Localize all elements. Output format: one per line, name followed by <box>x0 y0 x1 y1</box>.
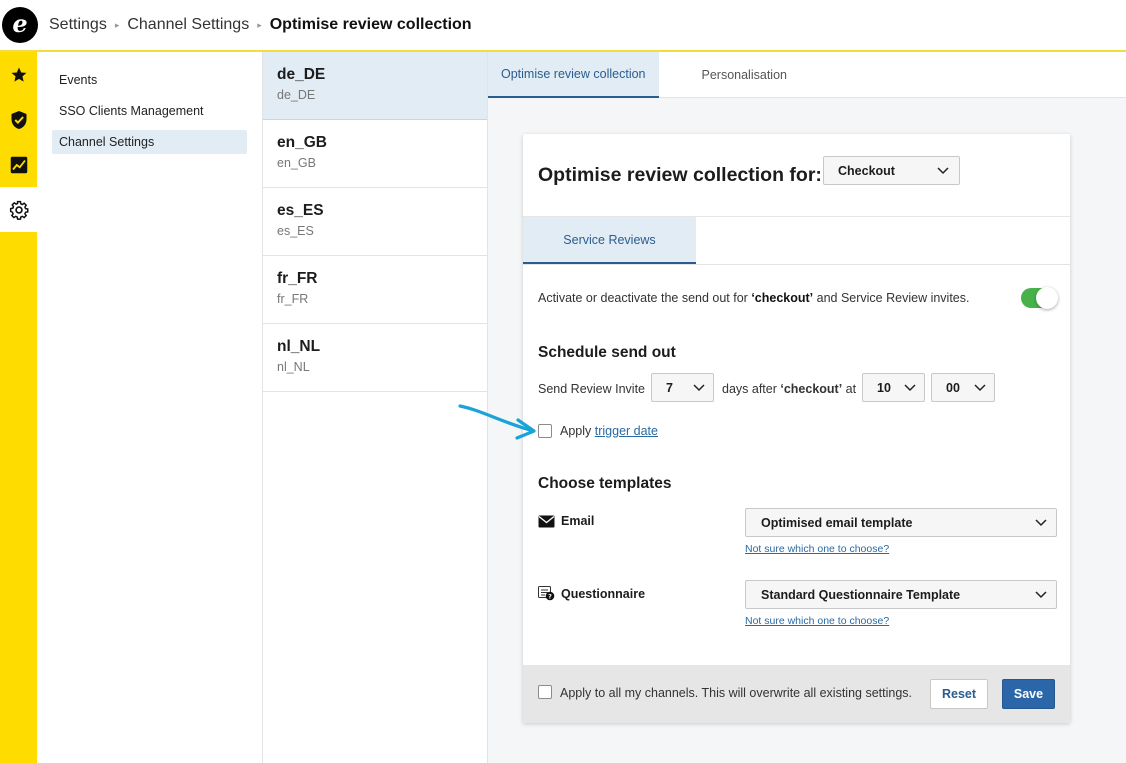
chart-icon <box>10 156 27 173</box>
locale-list: de_DE de_DE en_GB en_GB es_ES es_ES fr_F… <box>263 52 488 763</box>
days-after-post: at <box>842 382 857 396</box>
activate-toggle[interactable] <box>1021 287 1058 309</box>
apply-all-channels-label: Apply to all my channels. This will over… <box>560 686 912 700</box>
locale-subtitle: es_ES <box>277 224 314 238</box>
settings-sidebar: Events SSO Clients Management Channel Se… <box>37 52 263 763</box>
locale-item[interactable]: nl_NL nl_NL <box>263 324 487 392</box>
rail-item-analytics[interactable] <box>0 142 37 187</box>
breadcrumb-settings[interactable]: Settings <box>49 16 107 34</box>
sidebar-item-sso-clients[interactable]: SSO Clients Management <box>52 99 247 123</box>
questionnaire-template-select[interactable]: Standard Questionnaire Template <box>745 580 1057 609</box>
days-after-label: days after ‘checkout’ at <box>722 382 856 396</box>
logo-letter: e <box>12 9 28 38</box>
chevron-down-icon <box>904 383 916 391</box>
hour-select[interactable]: 10 <box>862 373 925 402</box>
minute-select-value: 00 <box>946 380 960 395</box>
locale-subtitle: en_GB <box>277 156 316 170</box>
questionnaire-help-link[interactable]: Not sure which one to choose? <box>745 615 889 627</box>
breadcrumb: Settings ▸ Channel Settings ▸ Optimise r… <box>49 16 472 34</box>
rail-item-security[interactable] <box>0 97 37 142</box>
email-template-select[interactable]: Optimised email template <box>745 508 1057 537</box>
card-title: Optimise review collection for: <box>538 163 822 186</box>
apply-text: Apply <box>560 424 595 438</box>
icon-rail <box>0 52 37 763</box>
locale-item[interactable]: es_ES es_ES <box>263 188 487 256</box>
locale-code: es_ES <box>277 202 324 219</box>
rail-item-settings[interactable] <box>0 187 37 232</box>
reset-button[interactable]: Reset <box>930 679 988 709</box>
sidebar-item-channel-settings[interactable]: Channel Settings <box>52 130 247 154</box>
email-label-text: Email <box>561 514 595 528</box>
hour-select-value: 10 <box>877 380 891 395</box>
locale-subtitle: fr_FR <box>277 292 309 306</box>
apply-trigger-date-label: Apply trigger date <box>560 424 658 438</box>
questionnaire-template-value: Standard Questionnaire Template <box>761 587 961 602</box>
activate-trigger: ‘checkout’ <box>751 291 814 305</box>
locale-code: nl_NL <box>277 338 321 355</box>
sidebar-item-events[interactable]: Events <box>52 68 247 92</box>
locale-code: en_GB <box>277 134 327 151</box>
trigger-select[interactable]: Checkout <box>823 156 960 185</box>
shield-check-icon <box>11 110 26 129</box>
star-icon <box>11 67 26 82</box>
breadcrumb-channel-settings[interactable]: Channel Settings <box>127 16 249 34</box>
send-invite-label: Send Review Invite <box>538 382 646 396</box>
gear-icon <box>9 200 28 220</box>
card-footer: Apply to all my channels. This will over… <box>523 665 1070 723</box>
main-content: Optimise review collection Personalisati… <box>488 52 1126 763</box>
envelope-icon <box>538 515 555 527</box>
chevron-down-icon <box>1035 518 1047 526</box>
locale-subtitle: nl_NL <box>277 360 310 374</box>
questionnaire-label-text: Questionnaire <box>561 586 646 601</box>
page-title: Optimise review collection <box>269 16 472 33</box>
locale-subtitle: de_DE <box>277 88 316 102</box>
trigger-select-value: Checkout <box>838 163 895 178</box>
card-header: Optimise review collection for: Checkout <box>523 134 1070 217</box>
days-after-trigger: ‘checkout’ <box>780 382 843 396</box>
locale-item[interactable]: fr_FR fr_FR <box>263 256 487 324</box>
chevron-down-icon <box>937 166 949 174</box>
days-select-value: 7 <box>666 380 673 395</box>
breadcrumb-separator: ▸ <box>257 19 262 30</box>
schedule-title: Schedule send out <box>538 344 676 361</box>
locale-item[interactable]: en_GB en_GB <box>263 120 487 188</box>
days-after-pre: days after <box>722 382 781 396</box>
svg-text:?: ? <box>548 592 552 600</box>
questionnaire-icon: ? <box>538 586 555 601</box>
activate-text-post: and Service Review invites. <box>813 291 970 305</box>
email-help-link[interactable]: Not sure which one to choose? <box>745 543 889 555</box>
tab-bar: Optimise review collection Personalisati… <box>488 52 1126 98</box>
minute-select[interactable]: 00 <box>931 373 995 402</box>
templates-title: Choose templates <box>538 475 672 492</box>
tab-service-reviews[interactable]: Service Reviews <box>523 217 696 264</box>
toggle-knob <box>1036 287 1058 309</box>
app-logo[interactable]: e <box>2 7 38 43</box>
save-button[interactable]: Save <box>1002 679 1055 709</box>
locale-item[interactable]: de_DE de_DE <box>263 52 487 120</box>
apply-trigger-date-checkbox[interactable] <box>538 424 552 438</box>
apply-all-channels-checkbox[interactable] <box>538 685 552 699</box>
days-select[interactable]: 7 <box>651 373 714 402</box>
tab-optimise-review-collection[interactable]: Optimise review collection <box>488 52 659 98</box>
chevron-down-icon <box>974 383 986 391</box>
trigger-date-link[interactable]: trigger date <box>595 424 658 438</box>
activate-description: Activate or deactivate the send out for … <box>538 291 969 305</box>
tab-personalisation[interactable]: Personalisation <box>659 52 830 98</box>
activate-text-pre: Activate or deactivate the send out for <box>538 291 752 305</box>
chevron-down-icon <box>693 383 705 391</box>
settings-card: Optimise review collection for: Checkout… <box>523 134 1070 723</box>
rail-item-favorites[interactable] <box>0 52 37 97</box>
email-template-value: Optimised email template <box>761 515 913 530</box>
locale-code: fr_FR <box>277 270 318 287</box>
locale-code: de_DE <box>277 66 326 83</box>
questionnaire-label: ? Questionnaire <box>538 586 645 601</box>
top-bar: e Settings ▸ Channel Settings ▸ Optimise… <box>0 0 1126 52</box>
email-label: Email <box>538 514 594 528</box>
subtab-divider <box>523 264 1070 265</box>
annotation-arrow <box>458 404 536 440</box>
chevron-down-icon <box>1035 590 1047 598</box>
breadcrumb-separator: ▸ <box>114 19 120 30</box>
